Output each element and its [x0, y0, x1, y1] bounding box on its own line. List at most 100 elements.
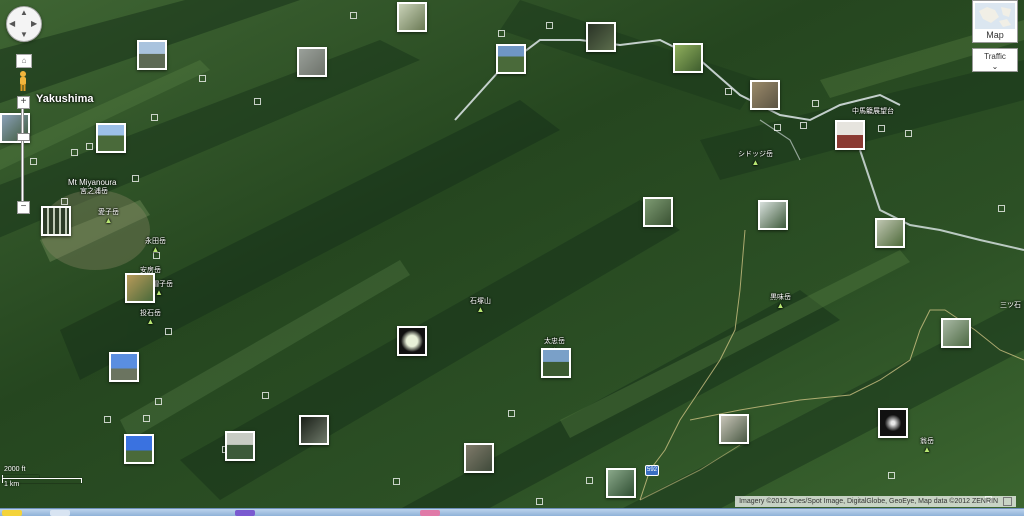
photo-thumbnail[interactable] — [606, 468, 636, 498]
peak-marker[interactable]: 永田岳 ▲ — [145, 236, 166, 254]
poi-marker[interactable] — [143, 415, 150, 422]
peak-marker[interactable]: 石塚山 ▲ — [470, 296, 491, 314]
map-type-label: Map — [986, 30, 1004, 40]
photo-thumbnail[interactable] — [758, 200, 788, 230]
poi-marker[interactable] — [61, 198, 68, 205]
photo-thumbnail[interactable] — [137, 40, 167, 70]
photo-thumbnail[interactable] — [125, 273, 155, 303]
poi-marker[interactable] — [71, 149, 78, 156]
explorer-icon[interactable] — [50, 510, 70, 516]
pan-right-icon[interactable]: ▶ — [31, 19, 37, 28]
map-preview-icon — [975, 3, 1015, 29]
poi-marker[interactable] — [536, 498, 543, 505]
peak-triangle-icon: ▲ — [476, 305, 485, 314]
photo-thumbnail[interactable] — [941, 318, 971, 348]
photo-thumbnail[interactable] — [875, 218, 905, 248]
peak-triangle-icon: ▲ — [104, 216, 113, 225]
poi-marker[interactable] — [812, 100, 819, 107]
poi-marker[interactable] — [132, 175, 139, 182]
photo-thumbnail[interactable] — [835, 120, 865, 150]
peak-marker[interactable]: 宮之浦岳 — [80, 186, 108, 196]
pegman-icon[interactable] — [16, 70, 30, 92]
poi-marker[interactable] — [199, 75, 206, 82]
poi-marker[interactable] — [546, 22, 553, 29]
photo-thumbnail[interactable] — [299, 415, 329, 445]
peak-marker[interactable]: 三ツ石 — [1000, 300, 1021, 310]
peak-triangle-icon: ▲ — [146, 317, 155, 326]
satellite-map[interactable]: 石塚山▲ 太忠岳▲ 黒味岳▲ 愛子岳▲ 永田岳▲ 宮之浦岳 翁岳▲ 安房岳 投石… — [0, 0, 1024, 508]
photo-thumbnail[interactable] — [496, 44, 526, 74]
region-label: Yakushima — [36, 93, 94, 105]
photo-thumbnail[interactable] — [297, 47, 327, 77]
overview-toggle-icon[interactable]: ⌂ — [16, 54, 32, 68]
poi-marker[interactable] — [774, 124, 781, 131]
pan-up-icon[interactable]: ▲ — [20, 8, 28, 17]
poi-marker[interactable] — [888, 472, 895, 479]
poi-marker[interactable] — [104, 416, 111, 423]
poi-marker[interactable] — [86, 143, 93, 150]
map-type-button[interactable]: Map — [972, 0, 1018, 43]
photo-thumbnail[interactable] — [41, 206, 71, 236]
media-icon[interactable] — [420, 510, 440, 516]
photo-thumbnail[interactable] — [643, 197, 673, 227]
poi-marker[interactable] — [151, 114, 158, 121]
poi-marker[interactable] — [393, 478, 400, 485]
peak-marker[interactable]: 愛子岳 ▲ — [98, 207, 119, 225]
browser-icon[interactable] — [235, 510, 255, 516]
traffic-label: Traffic — [984, 52, 1006, 61]
photo-thumbnail[interactable] — [397, 2, 427, 32]
scale-bar: 2000 ft 1 km — [0, 466, 85, 490]
route-shield: 592 — [645, 465, 659, 476]
poi-marker[interactable] — [905, 130, 912, 137]
place-label: Mt Miyanoura — [68, 178, 117, 187]
photo-thumbnail[interactable] — [96, 123, 126, 153]
peak-marker[interactable]: 中馬籠展望台 — [852, 106, 894, 116]
poi-marker[interactable] — [350, 12, 357, 19]
poi-marker[interactable] — [725, 88, 732, 95]
photo-thumbnail[interactable] — [750, 80, 780, 110]
peak-marker[interactable]: シドッジ岳 ▲ — [738, 149, 773, 167]
traffic-button[interactable]: Traffic ⌄ — [972, 48, 1018, 72]
photo-thumbnail[interactable] — [541, 348, 571, 378]
photo-thumbnail[interactable] — [464, 443, 494, 473]
attribution-text: Imagery ©2012 Cnes/Spot Image, DigitalGl… — [739, 498, 999, 505]
poi-marker[interactable] — [262, 392, 269, 399]
chevron-down-icon: ⌄ — [991, 62, 999, 71]
poi-marker[interactable] — [155, 398, 162, 405]
poi-marker[interactable] — [165, 328, 172, 335]
poi-marker[interactable] — [998, 205, 1005, 212]
peak-marker[interactable]: 投石岳 ▲ — [140, 308, 161, 326]
report-icon[interactable] — [1003, 496, 1012, 506]
pan-down-icon[interactable]: ▼ — [20, 30, 28, 39]
photo-thumbnail[interactable] — [586, 22, 616, 52]
photo-thumbnail[interactable] — [719, 414, 749, 444]
poi-marker[interactable] — [586, 477, 593, 484]
pan-left-icon[interactable]: ◀ — [9, 19, 15, 28]
poi-marker[interactable] — [30, 158, 37, 165]
attribution: Imagery ©2012 Cnes/Spot Image, DigitalGl… — [735, 496, 1016, 507]
poi-marker[interactable] — [878, 125, 885, 132]
photo-thumbnail[interactable] — [673, 43, 703, 73]
poi-marker[interactable] — [508, 410, 515, 417]
peak-marker[interactable]: 翁岳 ▲ — [920, 436, 934, 454]
peak-triangle-icon: ▲ — [751, 158, 760, 167]
photo-thumbnail[interactable] — [397, 326, 427, 356]
photo-thumbnail[interactable] — [225, 431, 255, 461]
zoom-out-button[interactable]: − — [17, 201, 30, 214]
peak-triangle-icon: ▲ — [776, 301, 785, 310]
pan-control[interactable]: ▲ ▼ ◀ ▶ — [6, 6, 42, 42]
zoom-slider-track[interactable] — [21, 108, 24, 204]
zoom-slider-handle[interactable] — [17, 133, 30, 141]
poi-marker[interactable] — [800, 122, 807, 129]
poi-marker[interactable] — [254, 98, 261, 105]
photo-thumbnail[interactable] — [878, 408, 908, 438]
peak-marker[interactable]: 黒味岳 ▲ — [770, 292, 791, 310]
scale-metric: 1 km — [4, 481, 20, 488]
scale-imperial: 2000 ft — [4, 466, 26, 473]
poi-marker[interactable] — [498, 30, 505, 37]
peak-triangle-icon: ▲ — [151, 245, 160, 254]
photo-thumbnail[interactable] — [109, 352, 139, 382]
photo-thumbnail[interactable] — [124, 434, 154, 464]
start-button[interactable] — [2, 510, 22, 516]
peak-triangle-icon: ▲ — [923, 445, 931, 454]
